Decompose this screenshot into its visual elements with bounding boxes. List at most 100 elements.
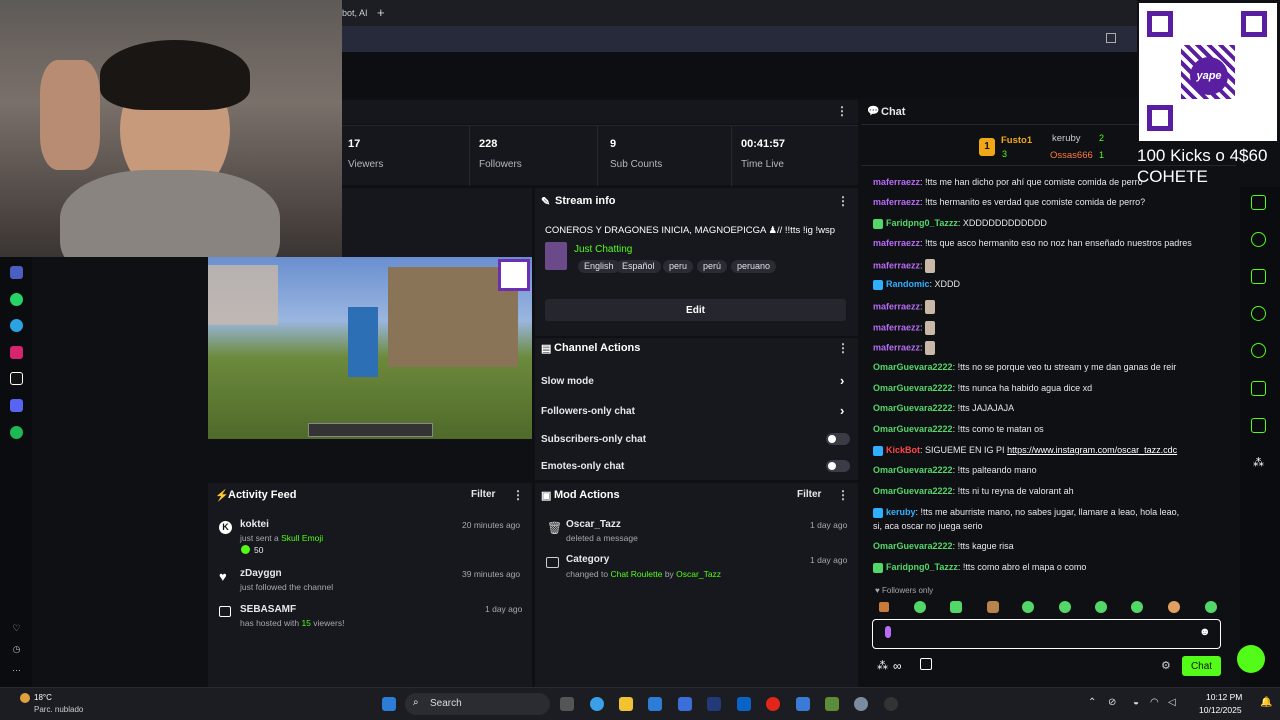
tag-peruano[interactable]: peruano xyxy=(731,260,777,273)
browser-icon[interactable] xyxy=(590,697,604,711)
stream-info-menu-icon[interactable]: ⋮ xyxy=(837,194,849,208)
store-icon[interactable] xyxy=(920,658,932,670)
support-icon[interactable] xyxy=(1237,645,1265,673)
obs-icon[interactable] xyxy=(884,697,898,711)
clock-time[interactable]: 10:12 PM xyxy=(1206,692,1242,702)
edit-icon[interactable] xyxy=(1106,33,1116,43)
tag-espanol[interactable]: Español xyxy=(616,260,661,273)
chat-username[interactable]: maferraezz xyxy=(873,238,920,248)
volume-icon[interactable]: ◁ xyxy=(1168,697,1176,708)
opera-icon[interactable] xyxy=(766,697,780,711)
subscribers-only-toggle[interactable] xyxy=(826,433,850,445)
emote-icon[interactable] xyxy=(1205,601,1217,613)
tag-peru-accent[interactable]: perú xyxy=(697,260,728,273)
heart-icon[interactable]: ♡ xyxy=(10,622,23,635)
chat-input[interactable]: ☻ xyxy=(872,619,1221,649)
dropbox-icon[interactable] xyxy=(678,697,692,711)
microphone-icon[interactable] xyxy=(885,626,891,638)
instagram-icon[interactable] xyxy=(10,346,23,359)
chat-icon[interactable] xyxy=(1251,306,1266,321)
chat-username[interactable]: OmarGuevara2222 xyxy=(873,541,953,551)
top-gifter-name[interactable]: Fusto1 xyxy=(1001,135,1032,146)
chat-username[interactable]: OmarGuevara2222 xyxy=(873,362,953,372)
mod-by-user[interactable]: Oscar_Tazz xyxy=(676,569,721,579)
send-chat-button[interactable]: Chat xyxy=(1182,656,1221,676)
telegram-icon[interactable] xyxy=(10,319,23,332)
emote-icon[interactable] xyxy=(1168,601,1180,613)
chat-username[interactable]: Faridpng0_Tazzz xyxy=(886,562,958,572)
discord-icon[interactable] xyxy=(10,399,23,412)
weather-temp[interactable]: 18°C xyxy=(34,693,52,702)
chat-username[interactable]: Randomic xyxy=(886,279,930,289)
chat-username[interactable]: OmarGuevara2222 xyxy=(873,486,953,496)
minecraft-icon[interactable] xyxy=(825,697,839,711)
mod-user[interactable]: Oscar_Tazz xyxy=(566,519,621,530)
activity-menu-icon[interactable]: ⋮ xyxy=(512,488,524,502)
store-app-icon[interactable] xyxy=(648,697,662,711)
chat-username[interactable]: keruby xyxy=(886,507,916,517)
outlook-icon[interactable] xyxy=(737,697,751,711)
notification-icon[interactable]: 🔔 xyxy=(1260,697,1272,708)
emotes-only-toggle[interactable] xyxy=(826,460,850,472)
app-icon[interactable] xyxy=(10,266,23,279)
channel-actions-menu-icon[interactable]: ⋮ xyxy=(837,341,849,355)
slow-mode-row[interactable]: Slow mode › xyxy=(535,370,858,392)
emote-icon[interactable] xyxy=(879,602,889,612)
followers-only-row[interactable]: Followers-only chat › xyxy=(535,400,858,422)
vscode-icon[interactable] xyxy=(707,697,721,711)
chat-username[interactable]: maferraezz xyxy=(873,260,920,270)
network-icon[interactable]: ⊘ xyxy=(1108,697,1116,708)
apps-icon[interactable]: ⁂ xyxy=(1253,456,1264,469)
list-icon[interactable] xyxy=(1251,381,1266,396)
tag-peru[interactable]: peru xyxy=(663,260,694,273)
address-bar[interactable] xyxy=(342,26,1137,52)
chat-username[interactable]: OmarGuevara2222 xyxy=(873,383,953,393)
mod-target[interactable]: Chat Roulette xyxy=(610,569,662,579)
mod-menu-icon[interactable]: ⋮ xyxy=(837,488,849,502)
taskbar-search[interactable]: ⌕ Search xyxy=(405,693,550,715)
browser-tab[interactable]: bot, AI xyxy=(342,8,368,18)
tray-chevron-icon[interactable]: ⌃ xyxy=(1088,697,1096,708)
settings-sparkle-icon[interactable]: ⁂ xyxy=(877,659,888,672)
network-status-icon[interactable]: ◒ xyxy=(1133,697,1139,708)
tag-english[interactable]: English xyxy=(578,260,620,273)
emote-icon[interactable] xyxy=(1131,601,1143,613)
stream-preview[interactable] xyxy=(208,257,532,439)
activity-user[interactable]: SEBASAMF xyxy=(240,604,296,615)
chat-username[interactable]: maferraezz xyxy=(873,322,920,332)
edit-stream-button[interactable]: Edit xyxy=(545,299,846,321)
activity-filter-button[interactable]: Filter xyxy=(471,489,495,500)
emote-icon[interactable] xyxy=(950,601,962,613)
emote-icon[interactable] xyxy=(1059,601,1071,613)
clock-icon[interactable]: ◷ xyxy=(10,643,23,656)
chat-username[interactable]: maferraezz xyxy=(873,301,920,311)
spotify-icon[interactable] xyxy=(10,426,23,439)
chat-username[interactable]: KickBot xyxy=(886,445,920,455)
gear-icon[interactable]: ⚙ xyxy=(1161,659,1171,672)
gifter-name[interactable]: keruby xyxy=(1052,133,1081,144)
folder-icon[interactable] xyxy=(619,697,633,711)
chat-username[interactable]: maferraezz xyxy=(873,177,920,187)
emote-icon[interactable] xyxy=(987,601,999,613)
fullscreen-icon[interactable] xyxy=(1251,195,1266,210)
stats-menu-icon[interactable]: ⋮ xyxy=(836,104,848,118)
chat-link[interactable]: https://www.instagram.com/oscar_tazz.cdc xyxy=(1007,445,1177,455)
infinity-icon[interactable]: ∞ xyxy=(893,659,902,673)
chat-username[interactable]: OmarGuevara2222 xyxy=(873,424,953,434)
windows-start-icon[interactable] xyxy=(382,697,396,711)
chat-username[interactable]: OmarGuevara2222 xyxy=(873,403,953,413)
settings-app-icon[interactable] xyxy=(854,697,868,711)
lightning-icon[interactable] xyxy=(1251,232,1266,247)
emote-icon[interactable] xyxy=(914,601,926,613)
chat-username[interactable]: OmarGuevara2222 xyxy=(873,465,953,475)
document-icon[interactable] xyxy=(1251,269,1266,284)
task-view-icon[interactable] xyxy=(560,697,574,711)
whatsapp-icon[interactable] xyxy=(10,293,23,306)
category-thumbnail[interactable] xyxy=(545,242,567,270)
clock-date[interactable]: 10/12/2025 xyxy=(1199,705,1242,715)
broadcast-icon[interactable] xyxy=(1251,343,1266,358)
gifter-name[interactable]: Ossas666 xyxy=(1050,150,1093,161)
chat-username[interactable]: maferraezz xyxy=(873,197,920,207)
wrench-icon[interactable] xyxy=(1251,418,1266,433)
chat-username[interactable]: Faridpng0_Tazzz xyxy=(886,218,958,228)
